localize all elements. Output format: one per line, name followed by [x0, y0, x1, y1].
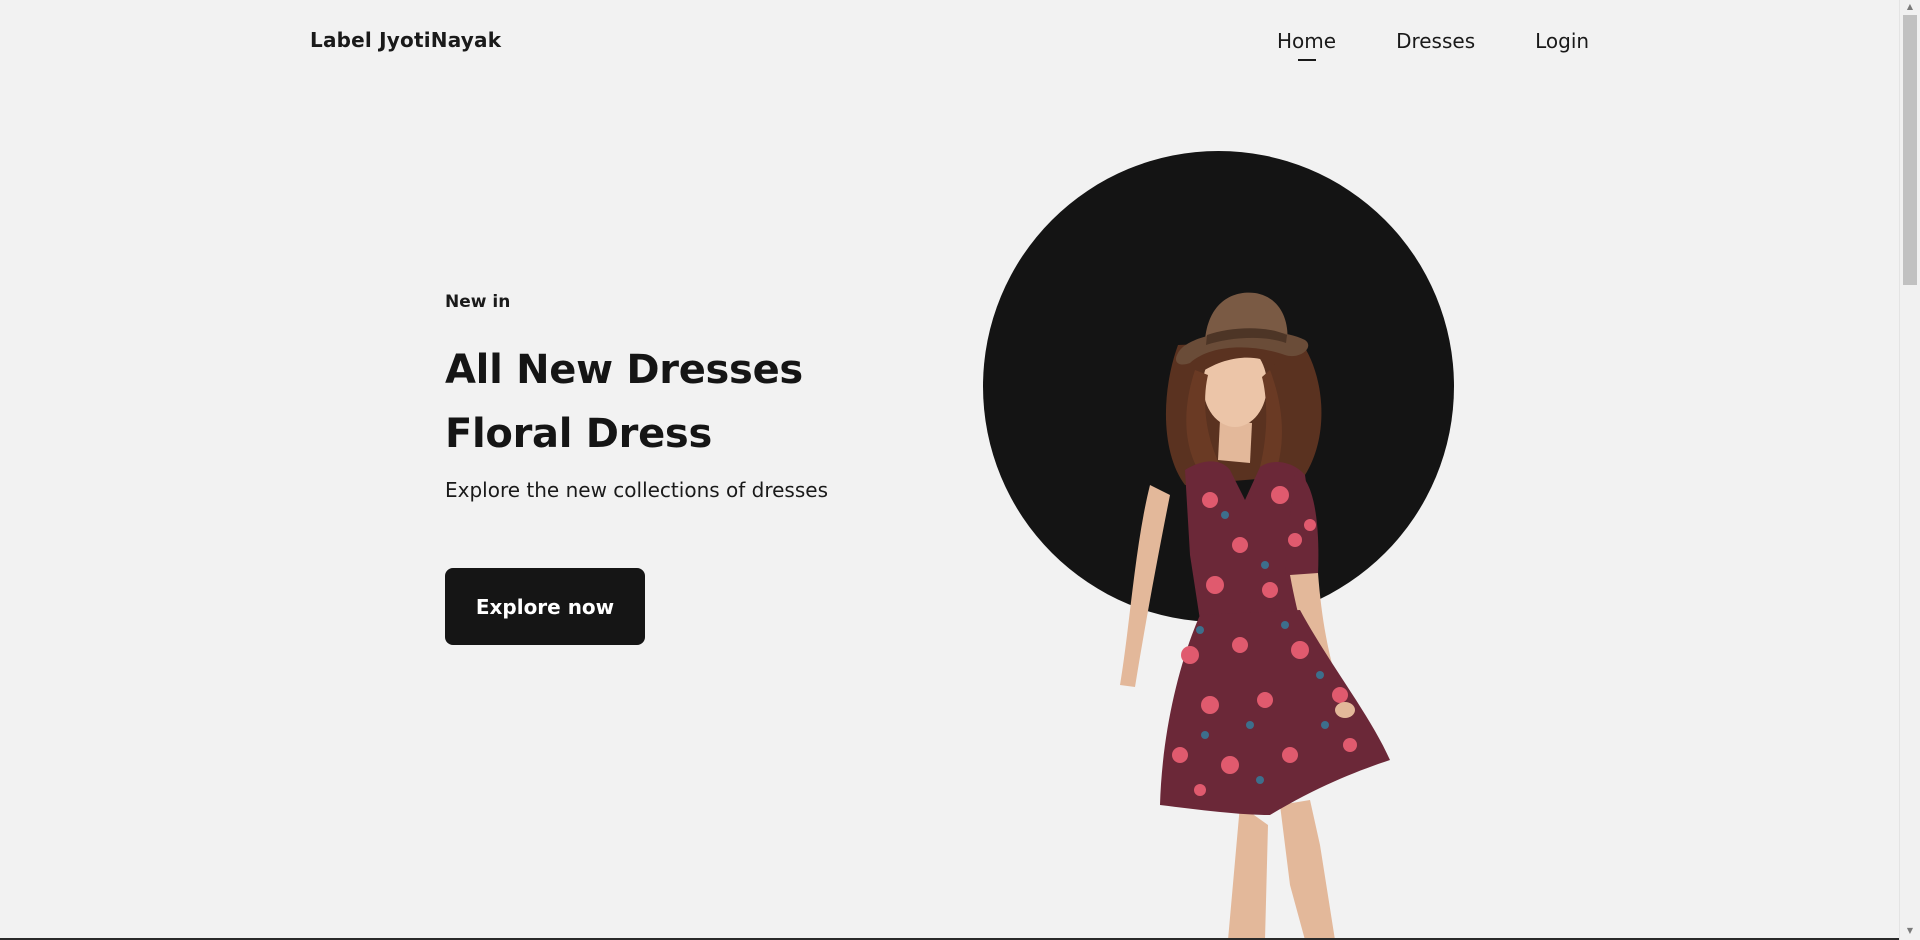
hero-text: New in All New Dresses Floral Dress Expl… [445, 292, 965, 502]
nav-item-login[interactable]: Login [1535, 27, 1589, 55]
model-hand [1335, 702, 1355, 718]
model-image [1120, 292, 1390, 940]
site-header: Label JyotiNayak Home Dresses Login [0, 0, 1900, 80]
hero-subtext: Explore the new collections of dresses [445, 478, 828, 502]
explore-now-button[interactable]: Explore now [445, 568, 645, 645]
scroll-down-arrow-icon[interactable]: ▼ [1900, 924, 1920, 938]
brand-logo[interactable]: Label JyotiNayak [310, 28, 501, 52]
page-scrollbar[interactable]: ▲ ▼ [1899, 0, 1920, 940]
hero-headline-line-1: All New Dresses [445, 347, 803, 393]
model-dress-skirt [1160, 610, 1390, 815]
landing-page: Label JyotiNayak Home Dresses Login New … [0, 0, 1920, 940]
scroll-thumb[interactable] [1903, 15, 1917, 285]
hero-headline: All New Dresses Floral Dress [445, 338, 965, 466]
hero-eyebrow: New in [445, 292, 511, 312]
hero-headline-line-2: Floral Dress [445, 411, 712, 457]
main-nav: Home Dresses Login [1277, 27, 1589, 55]
model-left-arm [1120, 485, 1170, 687]
scroll-up-arrow-icon[interactable]: ▲ [1900, 0, 1920, 14]
model-legs [1228, 800, 1335, 940]
nav-item-dresses[interactable]: Dresses [1396, 27, 1475, 55]
nav-item-home[interactable]: Home [1277, 27, 1336, 55]
